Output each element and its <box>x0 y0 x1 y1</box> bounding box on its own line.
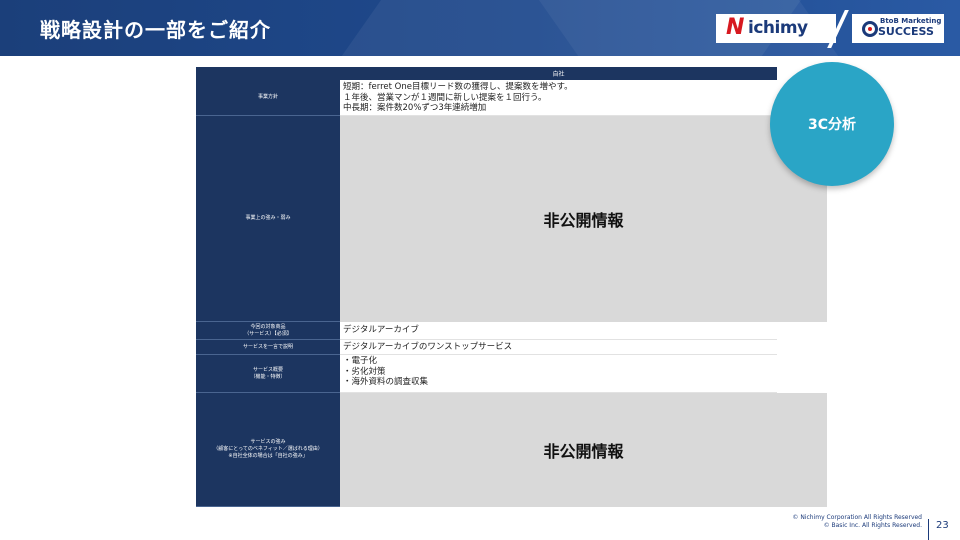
page-number: 23 <box>936 520 949 531</box>
3c-analysis-badge: 3C分析 <box>770 62 894 186</box>
redacted-block: 非公開情報 <box>340 393 827 507</box>
table-column-header: 自社 <box>340 67 777 80</box>
row-label-target-product: 今回の対象商品 （サービス）【必須】 <box>196 322 340 340</box>
row-label-business-policy: 事業方針 <box>196 80 340 116</box>
row-value-target-product: デジタルアーカイブ <box>340 322 777 340</box>
table-header-blank <box>196 67 340 80</box>
page-title: 戦略設計の一部をご紹介 <box>40 18 271 42</box>
row-label-service-summary: サービスを一言で説明 <box>196 340 340 355</box>
row-value-business-policy: 短期：ferret One目標リード数の獲得し、提案数を増やす。 １年後、営業マ… <box>340 80 777 116</box>
nichimy-logo: N ichimy <box>716 14 836 43</box>
header-bar: 戦略設計の一部をご紹介 N ichimy BtoB Marketing SUCC… <box>0 0 960 56</box>
row-label-service-strengths: サービスの強み （顧客にとってのベネフィット／選ばれる理由） ※自社全体の場合は… <box>196 393 340 507</box>
row-label-service-overview: サービス概要 （機能・特徴） <box>196 355 340 393</box>
row-value-service-summary: デジタルアーカイブのワンストップサービス <box>340 340 777 355</box>
row-label-strengths-weaknesses: 事業上の強み・弱み <box>196 116 340 322</box>
btob-marketing-success-logo: BtoB Marketing SUCCESS <box>852 14 944 43</box>
redacted-block: 非公開情報 <box>340 116 827 322</box>
row-value-service-overview: ・電子化 ・劣化対策 ・海外資料の調査収集 <box>340 355 777 393</box>
copyright: © Nichimy Corporation All Rights Reserve… <box>792 514 922 530</box>
target-icon <box>862 21 878 37</box>
footer-divider <box>928 519 929 540</box>
